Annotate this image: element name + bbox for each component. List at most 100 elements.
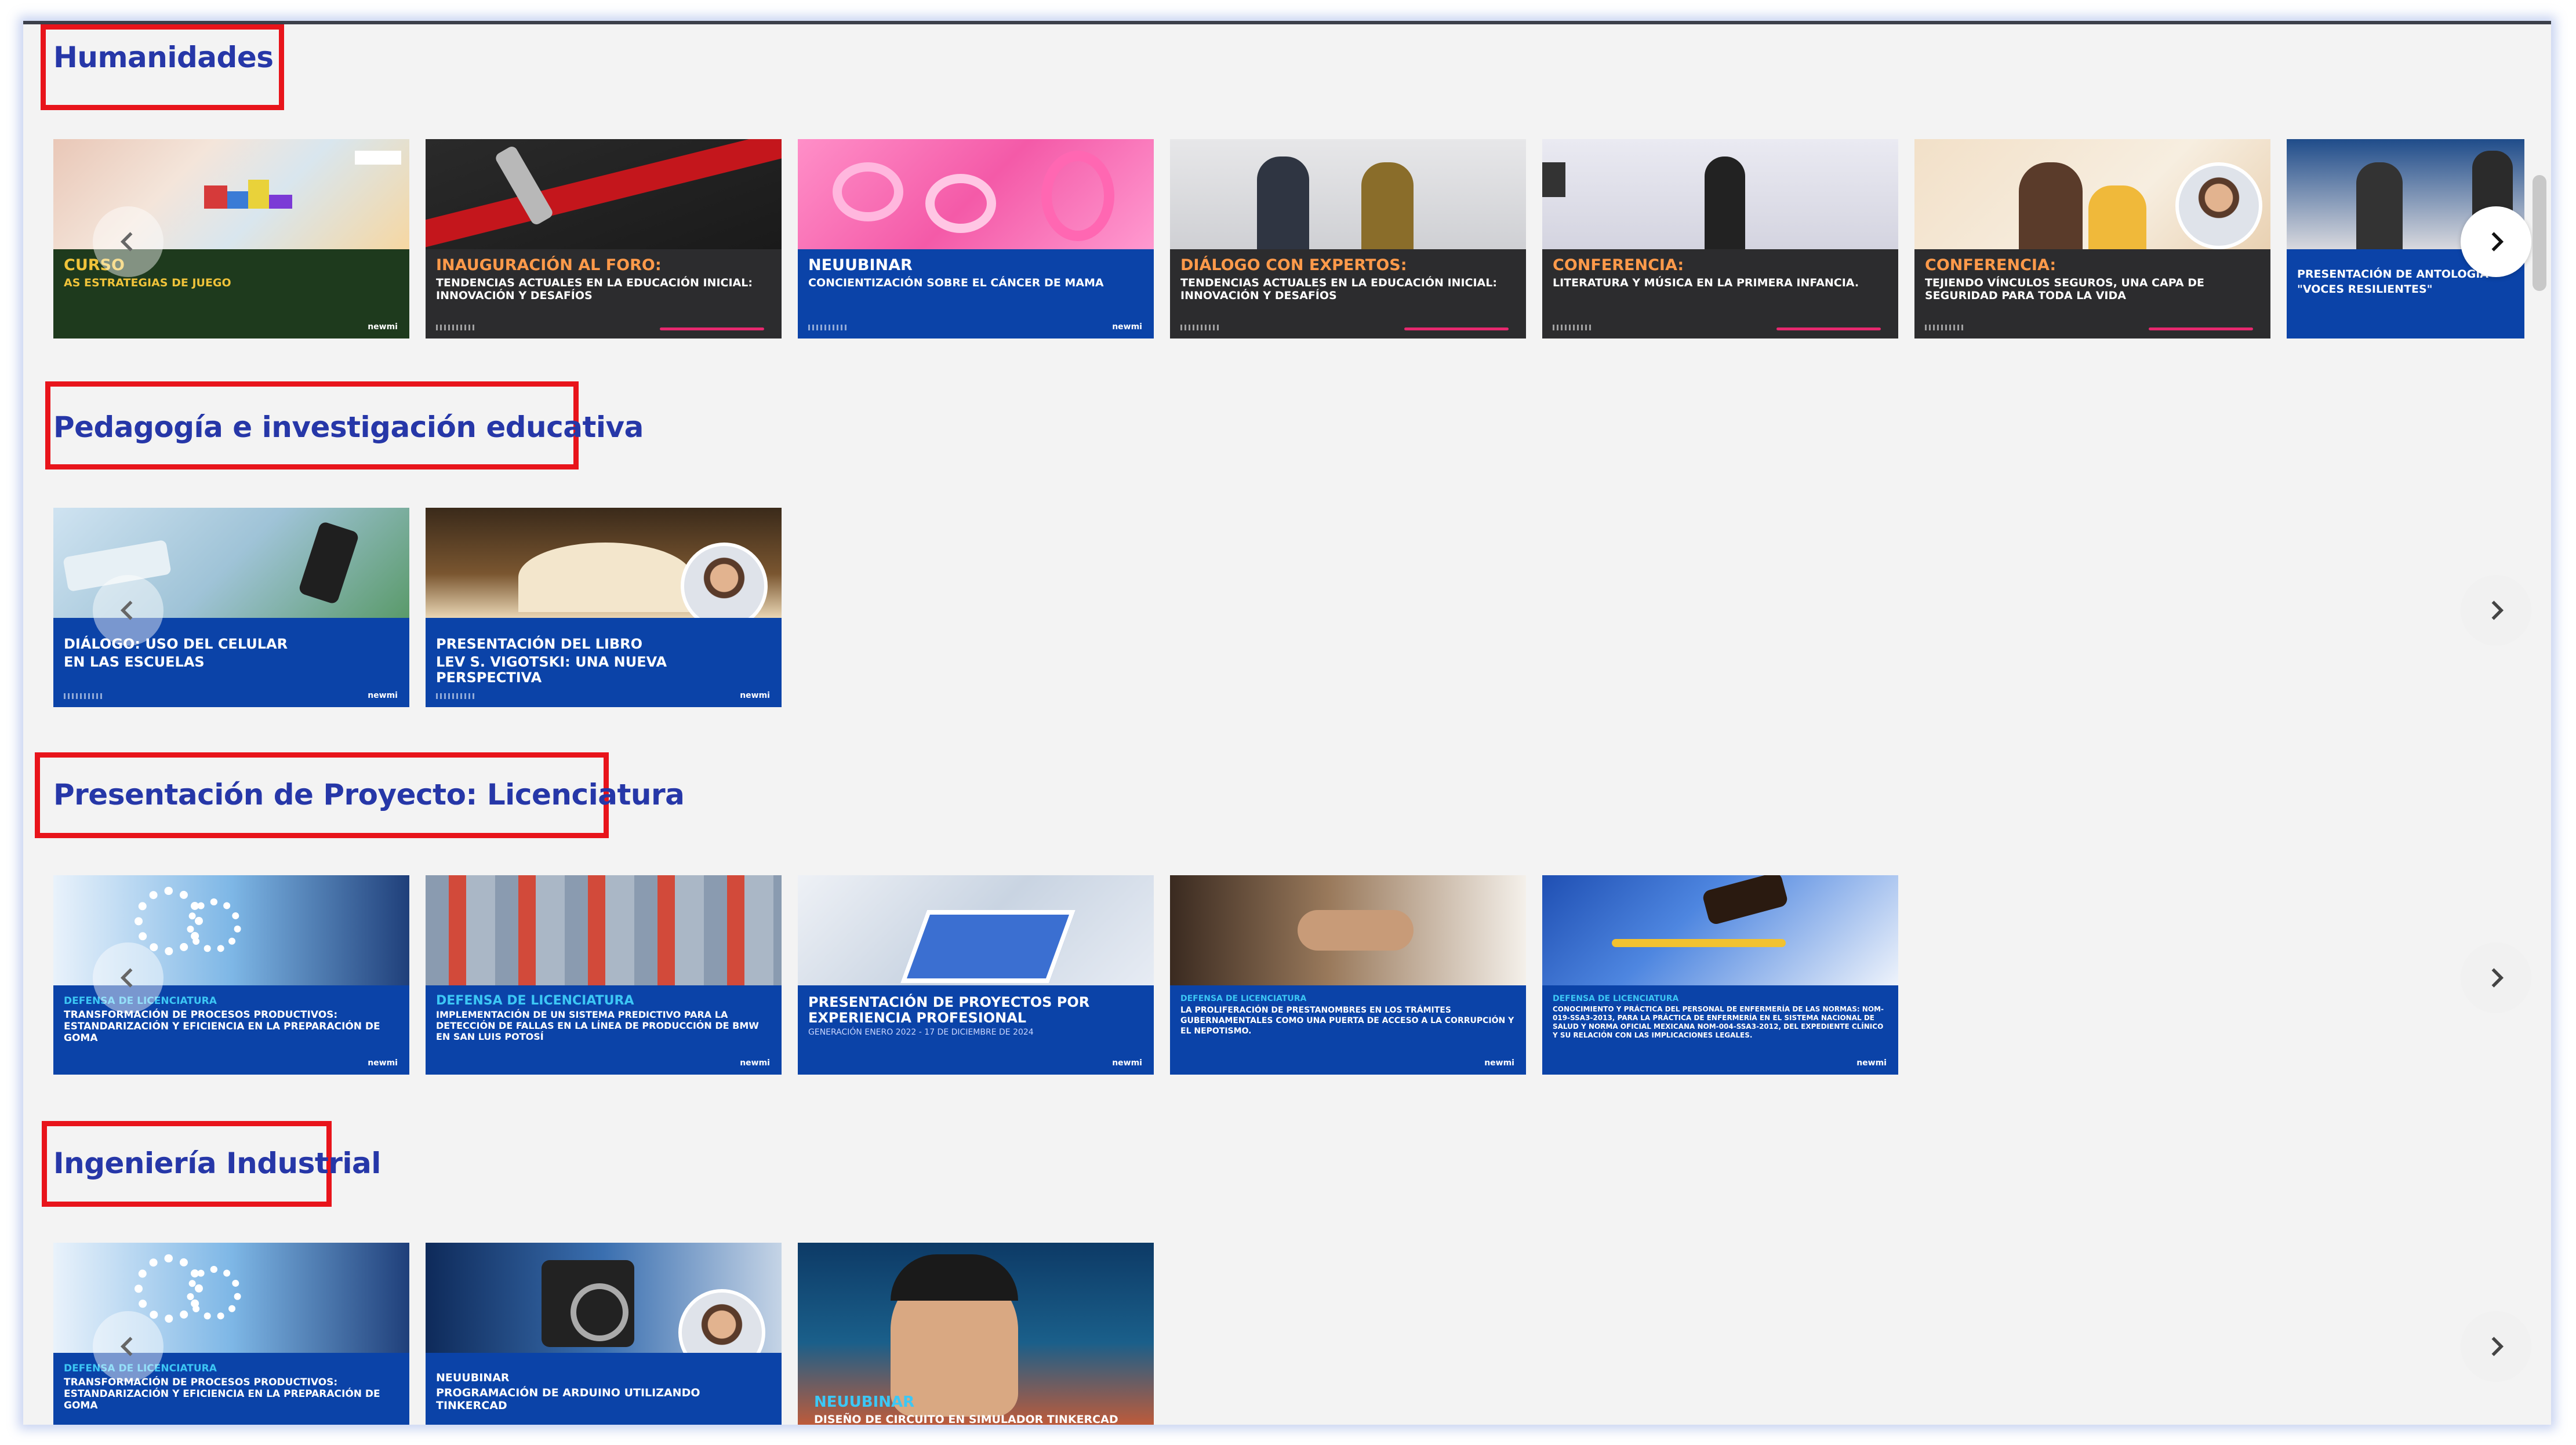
card-band: NEUUBINAR PROGRAMACIÓN DE ARDUINO UTILIZ… — [426, 1353, 782, 1425]
card-heading: PRESENTACIÓN DEL LIBRO — [436, 636, 643, 652]
card-subtitle: "VOCES RESILIENTES" — [2297, 283, 2433, 296]
chevron-right-icon — [2491, 600, 2504, 620]
card-subtitle: TRANSFORMACIÓN DE PROCESOS PRODUCTIVOS: … — [64, 1377, 380, 1411]
brand-logo: newmi — [740, 691, 770, 700]
card-subtitle: TENDENCIAS ACTUALES EN LA EDUCACIÓN INIC… — [1180, 276, 1497, 302]
card-subtitle: PROGRAMACIÓN DE ARDUINO UTILIZANDO TINKE… — [436, 1386, 700, 1412]
card-subtitle: EN LAS ESCUELAS — [64, 654, 205, 670]
decor-bars — [1553, 325, 1593, 330]
card-heading: DEFENSA DE LICENCIATURA — [1553, 994, 1679, 1003]
carousel-prev-button[interactable] — [93, 1311, 164, 1382]
card-image — [426, 875, 782, 985]
carousel-page: Humanidades CURSO AS ESTRATEGIAS DE JUEG… — [23, 21, 2551, 1425]
card-subtitle: LEV S. VIGOTSKI: UNA NUEVA PERSPECTIVA — [436, 654, 667, 686]
scrollbar[interactable] — [2528, 24, 2551, 1425]
carousel-next-button[interactable] — [2461, 942, 2531, 1013]
carousel-prev-button[interactable] — [93, 575, 164, 646]
course-card[interactable]: DEFENSA DE LICENCIATURA CONOCIMIENTO Y P… — [1542, 875, 1898, 1075]
decor-bars — [808, 325, 849, 330]
card-heading: CONFERENCIA: — [1925, 256, 2057, 274]
course-card[interactable]: CONFERENCIA: TEJIENDO VÍNCULOS SEGUROS, … — [1914, 139, 2270, 338]
card-heading: CONFERENCIA: — [1553, 256, 1684, 274]
chevron-right-icon — [2491, 968, 2504, 988]
brand-logo: newmi — [1484, 1058, 1514, 1068]
carousel-prev-button[interactable] — [93, 206, 164, 277]
card-subtitle: CONCIENTIZACIÓN SOBRE EL CÁNCER DE MAMA — [808, 276, 1104, 289]
carousel-next-button[interactable] — [2461, 575, 2531, 646]
brand-logo: newmi — [368, 322, 398, 332]
card-image — [1542, 875, 1898, 985]
card-band: DEFENSA DE LICENCIATURA LA PROLIFERACIÓN… — [1170, 985, 1526, 1075]
card-band: PRESENTACIÓN DEL LIBRO LEV S. VIGOTSKI: … — [426, 618, 782, 707]
card-image — [1542, 139, 1898, 249]
decor-bars — [1925, 325, 1965, 330]
card-subtitle: TRANSFORMACIÓN DE PROCESOS PRODUCTIVOS: … — [64, 1009, 380, 1044]
card-band: DEFENSA DE LICENCIATURA CONOCIMIENTO Y P… — [1542, 985, 1898, 1075]
card-image — [798, 139, 1154, 249]
section-title-pedagogia[interactable]: Pedagogía e investigación educativa — [53, 410, 644, 444]
decor-line — [1776, 327, 1881, 330]
card-heading: NEUUBINAR — [436, 1371, 510, 1384]
course-card[interactable]: NEUUBINAR PROGRAMACIÓN DE ARDUINO UTILIZ… — [426, 1243, 782, 1425]
course-card[interactable]: NEUUBINAR CONCIENTIZACIÓN SOBRE EL CÁNCE… — [798, 139, 1154, 338]
brand-logo: newmi — [1112, 322, 1142, 332]
card-subtitle: LA PROLIFERACIÓN DE PRESTANOMBRES EN LOS… — [1180, 1006, 1514, 1036]
brand-logo: newmi — [740, 1058, 770, 1068]
decor-bars — [1180, 325, 1221, 330]
card-subtitle: TENDENCIAS ACTUALES EN LA EDUCACIÓN INIC… — [436, 276, 753, 302]
carousel-prev-button[interactable] — [93, 942, 164, 1013]
card-heading: DEFENSA DE LICENCIATURA — [436, 993, 634, 1008]
chevron-right-icon — [2491, 232, 2504, 252]
course-card[interactable]: PRESENTACIÓN DE PROYECTOS POR EXPERIENCI… — [798, 875, 1154, 1075]
card-image — [426, 139, 782, 249]
chevron-left-icon — [120, 1337, 133, 1356]
brand-logo: newmi — [368, 1058, 398, 1068]
card-band: CONFERENCIA: LITERATURA Y MÚSICA EN LA P… — [1542, 249, 1898, 338]
decor-line — [660, 327, 764, 330]
course-card[interactable]: DEFENSA DE LICENCIATURA LA PROLIFERACIÓN… — [1170, 875, 1526, 1075]
section-title-humanidades[interactable]: Humanidades — [53, 41, 274, 74]
decor-bars — [436, 325, 477, 330]
brand-logo: newmi — [1856, 1058, 1887, 1068]
course-card[interactable]: CONFERENCIA: LITERATURA Y MÚSICA EN LA P… — [1542, 139, 1898, 338]
card-subtitle: CONOCIMIENTO Y PRÁCTICA DEL PERSONAL DE … — [1553, 1005, 1884, 1039]
brand-logo: newmi — [1112, 1058, 1142, 1068]
card-subtitle: TEJIENDO VÍNCULOS SEGUROS, UNA CAPA DE S… — [1925, 276, 2204, 302]
course-card[interactable]: NEUUBINAR DISEÑO DE CIRCUITO EN SIMULADO… — [798, 1243, 1154, 1425]
scrollbar-thumb[interactable] — [2533, 175, 2546, 291]
speaker-avatar — [2175, 162, 2262, 249]
card-image — [798, 875, 1154, 985]
section-title-proyecto[interactable]: Presentación de Proyecto: Licenciatura — [53, 778, 685, 811]
card-subtitle: IMPLEMENTACIÓN DE UN SISTEMA PREDICTIVO … — [436, 1009, 759, 1042]
speaker-avatar — [681, 543, 768, 629]
card-heading: INAUGURACIÓN AL FORO: — [436, 256, 662, 274]
card-image — [1170, 139, 1526, 249]
card-band: NEUUBINAR CONCIENTIZACIÓN SOBRE EL CÁNCE… — [798, 249, 1154, 338]
card-heading: DEFENSA DE LICENCIATURA — [1180, 994, 1307, 1003]
section-title-ingenieria[interactable]: Ingeniería Industrial — [53, 1146, 381, 1180]
card-image — [1170, 875, 1526, 985]
card-text: NEUUBINAR DISEÑO DE CIRCUITO EN SIMULADO… — [814, 1393, 1118, 1425]
course-card[interactable]: INAUGURACIÓN AL FORO: TENDENCIAS ACTUALE… — [426, 139, 782, 338]
card-subtitle: GENERACIÓN ENERO 2022 - 17 DE DICIEMBRE … — [808, 1028, 1034, 1037]
carousel-next-button[interactable] — [2461, 206, 2531, 277]
brand-logo: newmi — [368, 691, 398, 700]
card-band: DIÁLOGO CON EXPERTOS: TENDENCIAS ACTUALE… — [1170, 249, 1526, 338]
decor-bars — [436, 693, 477, 699]
card-subtitle: LITERATURA Y MÚSICA EN LA PRIMERA INFANC… — [1553, 276, 1859, 289]
chevron-left-icon — [120, 232, 133, 252]
course-card[interactable]: DIÁLOGO CON EXPERTOS: TENDENCIAS ACTUALE… — [1170, 139, 1526, 338]
carousel-next-button[interactable] — [2461, 1311, 2531, 1382]
chevron-right-icon — [2491, 1337, 2504, 1356]
course-card[interactable]: DEFENSA DE LICENCIATURA IMPLEMENTACIÓN D… — [426, 875, 782, 1075]
decor-line — [1404, 327, 1509, 330]
card-subtitle: AS ESTRATEGIAS DE JUEGO — [64, 276, 231, 289]
card-heading: NEUUBINAR — [808, 256, 913, 274]
card-band: CONFERENCIA: TEJIENDO VÍNCULOS SEGUROS, … — [1914, 249, 2270, 338]
card-band: DEFENSA DE LICENCIATURA IMPLEMENTACIÓN D… — [426, 985, 782, 1075]
decor-line — [2149, 327, 2253, 330]
card-heading: PRESENTACIÓN DE PROYECTOS POR EXPERIENCI… — [808, 994, 1090, 1026]
chevron-left-icon — [120, 968, 133, 988]
course-card[interactable]: PRESENTACIÓN DEL LIBRO LEV S. VIGOTSKI: … — [426, 508, 782, 707]
chevron-left-icon — [120, 600, 133, 620]
